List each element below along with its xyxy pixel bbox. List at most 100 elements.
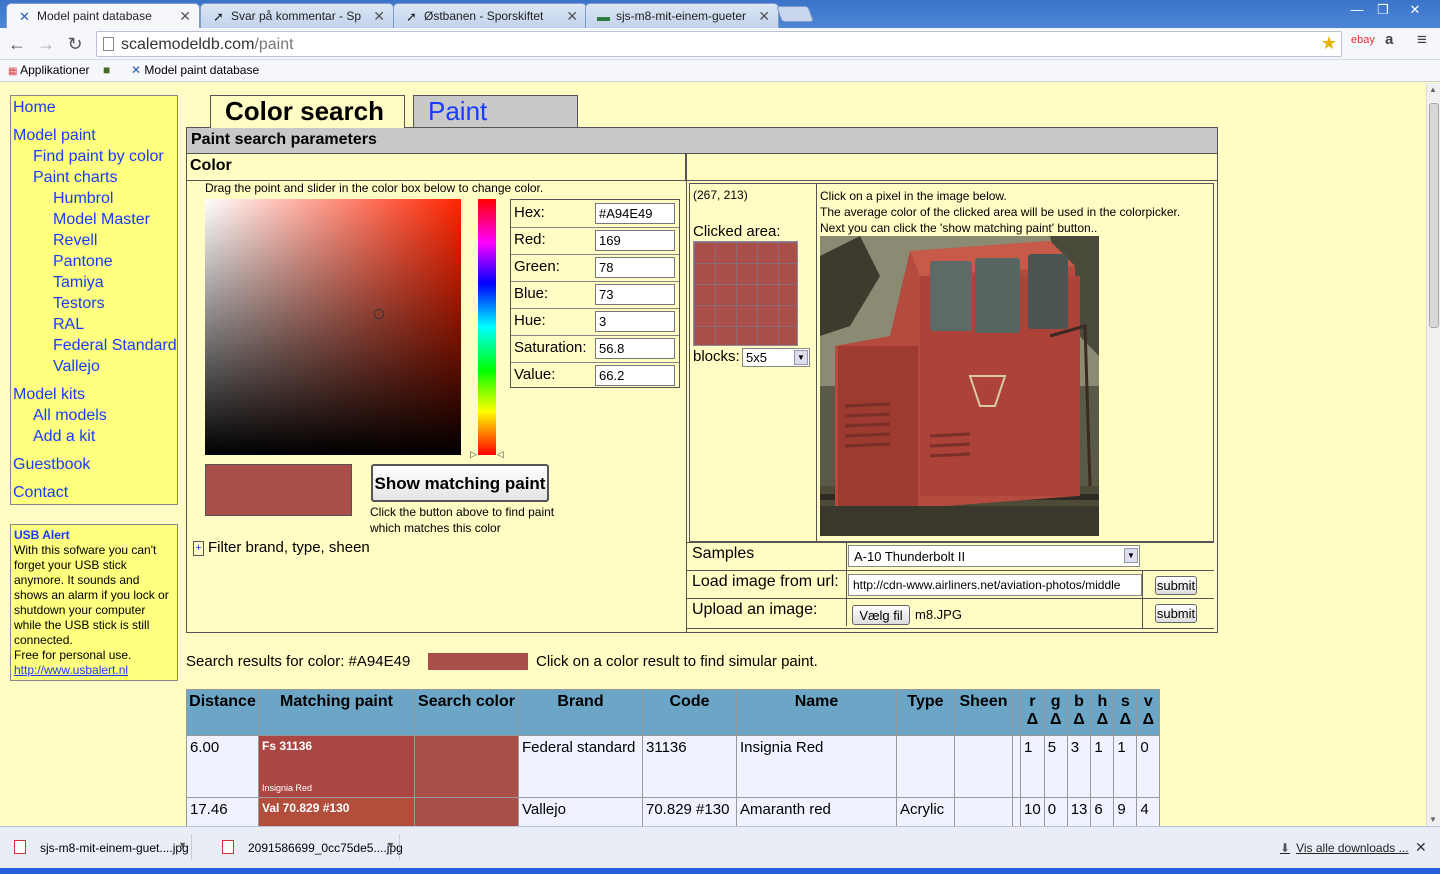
scroll-down-icon[interactable]: ▼ (1429, 815, 1437, 824)
show-matching-paint-button[interactable]: Show matching paint (371, 464, 549, 502)
nav-all-models[interactable]: All models (33, 407, 107, 425)
nav-contact[interactable]: Contact (13, 484, 68, 502)
green-input[interactable]: 78 (595, 257, 675, 278)
expand-plus-icon[interactable]: + (193, 541, 204, 556)
nav-brand-model-master[interactable]: Model Master (53, 211, 150, 229)
close-tab-icon[interactable]: ✕ (566, 8, 578, 25)
new-tab-button[interactable] (776, 6, 814, 22)
nav-brand-testors[interactable]: Testors (53, 295, 105, 313)
show-all-downloads-link[interactable]: ⬇ Vis alle downloads ... (1280, 841, 1409, 855)
close-tab-icon[interactable]: ✕ (373, 8, 385, 25)
nav-brand-revell[interactable]: Revell (53, 232, 97, 250)
minimize-icon[interactable]: — (1344, 2, 1370, 18)
col-v-delta[interactable]: v Δ (1136, 689, 1161, 736)
scrollbar-thumb[interactable] (1429, 103, 1439, 328)
nav-find-paint-by-color[interactable]: Find paint by color (33, 148, 164, 166)
hue-label: Hue: (514, 312, 546, 329)
reload-icon[interactable]: ↻ (63, 32, 87, 56)
matching-paint-swatch[interactable]: Val 70.829 #130 (258, 797, 415, 826)
tab-ostbanen[interactable]: ➚ Østbanen - Sporskiftet ✕ (393, 3, 587, 28)
close-tab-icon[interactable]: ✕ (758, 8, 770, 25)
download-item[interactable]: sjs-m8-mit-einem-guet....jpg ▼ (0, 834, 192, 860)
tab-sjs-m8[interactable]: ▬ sjs-m8-mit-einem-gueterwagen ✕ (585, 3, 779, 28)
back-icon[interactable]: ← (5, 32, 29, 56)
hex-input[interactable]: #A94E49 (595, 203, 675, 224)
col-name[interactable]: Name (736, 689, 897, 736)
ebay-extension-icon[interactable]: ebay (1351, 34, 1375, 46)
bookmark-star-icon[interactable]: ★ (1321, 33, 1337, 54)
tab-model-paint-database[interactable]: ✕ Model paint database ✕ (6, 3, 200, 28)
cube-icon: ■ (103, 63, 111, 77)
image-url-input[interactable]: http://cdn-www.airliners.net/aviation-ph… (848, 574, 1142, 596)
amazon-extension-icon[interactable]: a (1385, 31, 1393, 48)
col-matching-paint[interactable]: Matching paint (258, 689, 415, 736)
nav-brand-pantone[interactable]: Pantone (53, 253, 113, 271)
nav-guestbook[interactable]: Guestbook (13, 456, 90, 474)
tab-svar-paa-kommentar[interactable]: ➚ Svar på kommentar - Sporskiftet ✕ (200, 3, 394, 28)
hue-slider[interactable] (478, 199, 496, 455)
close-downloads-icon[interactable]: ✕ (1415, 839, 1427, 856)
table-row[interactable]: 17.46 Val 70.829 #130 Vallejo 70.829 #13… (186, 797, 1161, 826)
bookmark-model-paint-database[interactable]: ✕ Model paint database (131, 63, 259, 77)
hue-slider-arrows[interactable]: ▷◁ (470, 449, 524, 460)
col-r-delta[interactable]: r Δ (1020, 689, 1045, 736)
col-search-color[interactable]: Search color (414, 689, 519, 736)
nav-brand-federal-standard[interactable]: Federal Standard (53, 337, 177, 355)
download-item[interactable]: 2091586699_0cc75de5....jpg ▼ (208, 834, 403, 860)
value-input[interactable]: 66.2 (595, 365, 675, 386)
nav-paint-charts[interactable]: Paint charts (33, 169, 117, 187)
nav-brand-humbrol[interactable]: Humbrol (53, 190, 113, 208)
bookmark-apps[interactable]: ▦ Applikationer (8, 63, 90, 77)
bookmark-minecraft[interactable]: ■ (103, 63, 110, 77)
nav-brand-ral[interactable]: RAL (53, 316, 84, 334)
col-sheen[interactable]: Sheen (954, 689, 1013, 736)
blocks-select[interactable]: 5x5 ▼ (742, 348, 810, 367)
hue-input[interactable]: 3 (595, 311, 675, 332)
saturation-value-picker[interactable] (205, 199, 461, 455)
red-input[interactable]: 169 (595, 230, 675, 251)
table-header-row: Distance Matching paint Search color Bra… (186, 689, 1161, 736)
col-s-delta[interactable]: s Δ (1113, 689, 1138, 736)
sample-image-locomotive[interactable] (820, 236, 1099, 536)
forward-icon[interactable]: → (34, 32, 58, 56)
col-h-delta[interactable]: h Δ (1090, 689, 1115, 736)
restore-icon[interactable]: ❐ (1370, 2, 1396, 18)
col-g-delta[interactable]: g Δ (1043, 689, 1068, 736)
nav-brand-tamiya[interactable]: Tamiya (53, 274, 104, 292)
close-window-icon[interactable]: ✕ (1402, 2, 1428, 18)
col-brand[interactable]: Brand (518, 689, 643, 736)
samples-select[interactable]: A-10 Thunderbolt II ▼ (848, 545, 1140, 567)
submit-upload-button[interactable]: submit (1155, 604, 1197, 623)
submit-url-button[interactable]: submit (1155, 576, 1197, 595)
nav-add-kit[interactable]: Add a kit (33, 428, 95, 446)
address-bar[interactable]: scalemodeldb.com/paint ★ (96, 31, 1342, 57)
nav-home[interactable]: Home (13, 99, 56, 117)
filter-toggle[interactable]: + Filter brand, type, sheen (193, 539, 370, 556)
col-code[interactable]: Code (642, 689, 737, 736)
choose-file-button[interactable]: Vælg fil (852, 605, 910, 625)
col-b-delta[interactable]: b Δ (1066, 689, 1092, 736)
nav-model-paint[interactable]: Model paint (13, 127, 96, 145)
bookmarks-bar: ▦ Applikationer ■ ✕ Model paint database (0, 60, 1440, 82)
menu-icon[interactable]: ≡ (1417, 30, 1427, 50)
tab-color-search[interactable]: Color search (210, 95, 405, 128)
color-picker-handle[interactable] (374, 309, 384, 319)
tab-paint-charts[interactable]: Paint charts (413, 95, 578, 157)
blue-input[interactable]: 73 (595, 284, 675, 305)
image-file-icon (222, 840, 234, 854)
nav-model-kits[interactable]: Model kits (13, 386, 85, 404)
ad-link[interactable]: http://www.usbalert.nl (14, 663, 174, 678)
col-distance[interactable]: Distance (186, 689, 259, 736)
scroll-up-icon[interactable]: ▲ (1429, 85, 1437, 94)
saturation-input[interactable]: 56.8 (595, 338, 675, 359)
close-tab-icon[interactable]: ✕ (179, 8, 191, 25)
matching-paint-swatch[interactable]: Fs 31136 Insignia Red (258, 735, 415, 798)
dropdown-arrow-icon[interactable]: ▼ (386, 840, 395, 850)
page-scrollbar[interactable]: ▲ ▼ (1426, 83, 1440, 826)
search-color-cell (414, 735, 519, 798)
col-type[interactable]: Type (896, 689, 955, 736)
nav-brand-vallejo[interactable]: Vallejo (53, 358, 100, 376)
table-row[interactable]: 6.00 Fs 31136 Insignia Red Federal stand… (186, 735, 1161, 798)
ad-title[interactable]: USB Alert (14, 528, 174, 543)
dropdown-arrow-icon[interactable]: ▼ (178, 840, 187, 850)
